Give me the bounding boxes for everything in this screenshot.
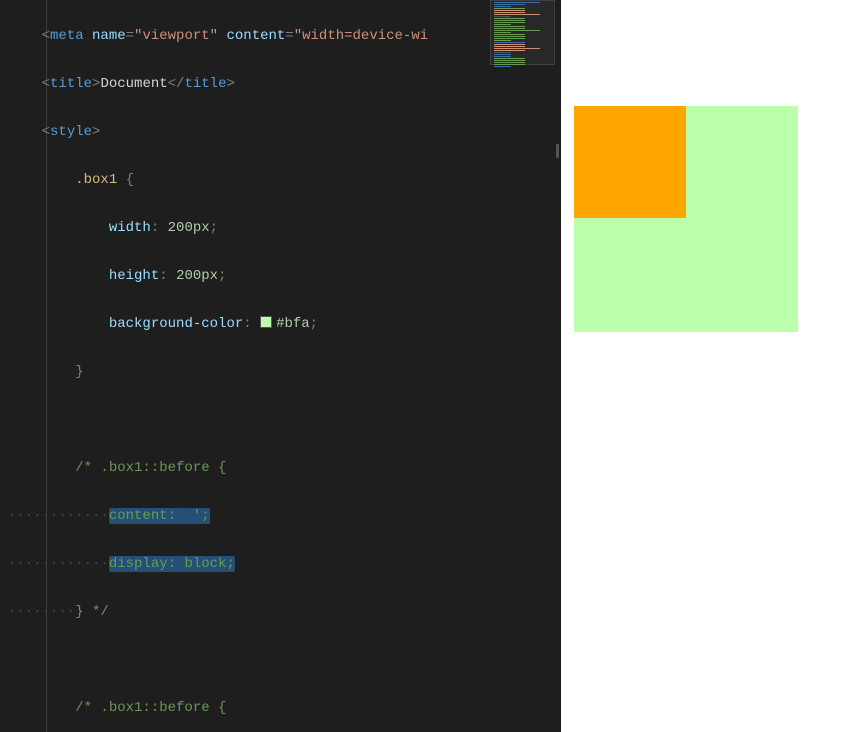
selector-box1: .box1 [75,172,117,188]
minimap-lines [494,2,551,68]
tag-title-open: title [50,76,92,92]
comment-block-1: /* .box1::before { [75,460,226,476]
tag-style-open: style [50,124,92,140]
document-title-text: Document [100,76,167,92]
color-swatch-green[interactable] [260,316,272,328]
code-editor-pane[interactable]: <meta name="viewport" content="width=dev… [0,0,555,732]
tag-meta: meta [50,28,84,44]
preview-box2 [574,106,686,218]
code-area[interactable]: <meta name="viewport" content="width=dev… [0,0,555,732]
preview-pane [561,0,862,732]
comment-block-2: /* .box1::before { [75,700,226,716]
minimap[interactable] [490,0,555,732]
